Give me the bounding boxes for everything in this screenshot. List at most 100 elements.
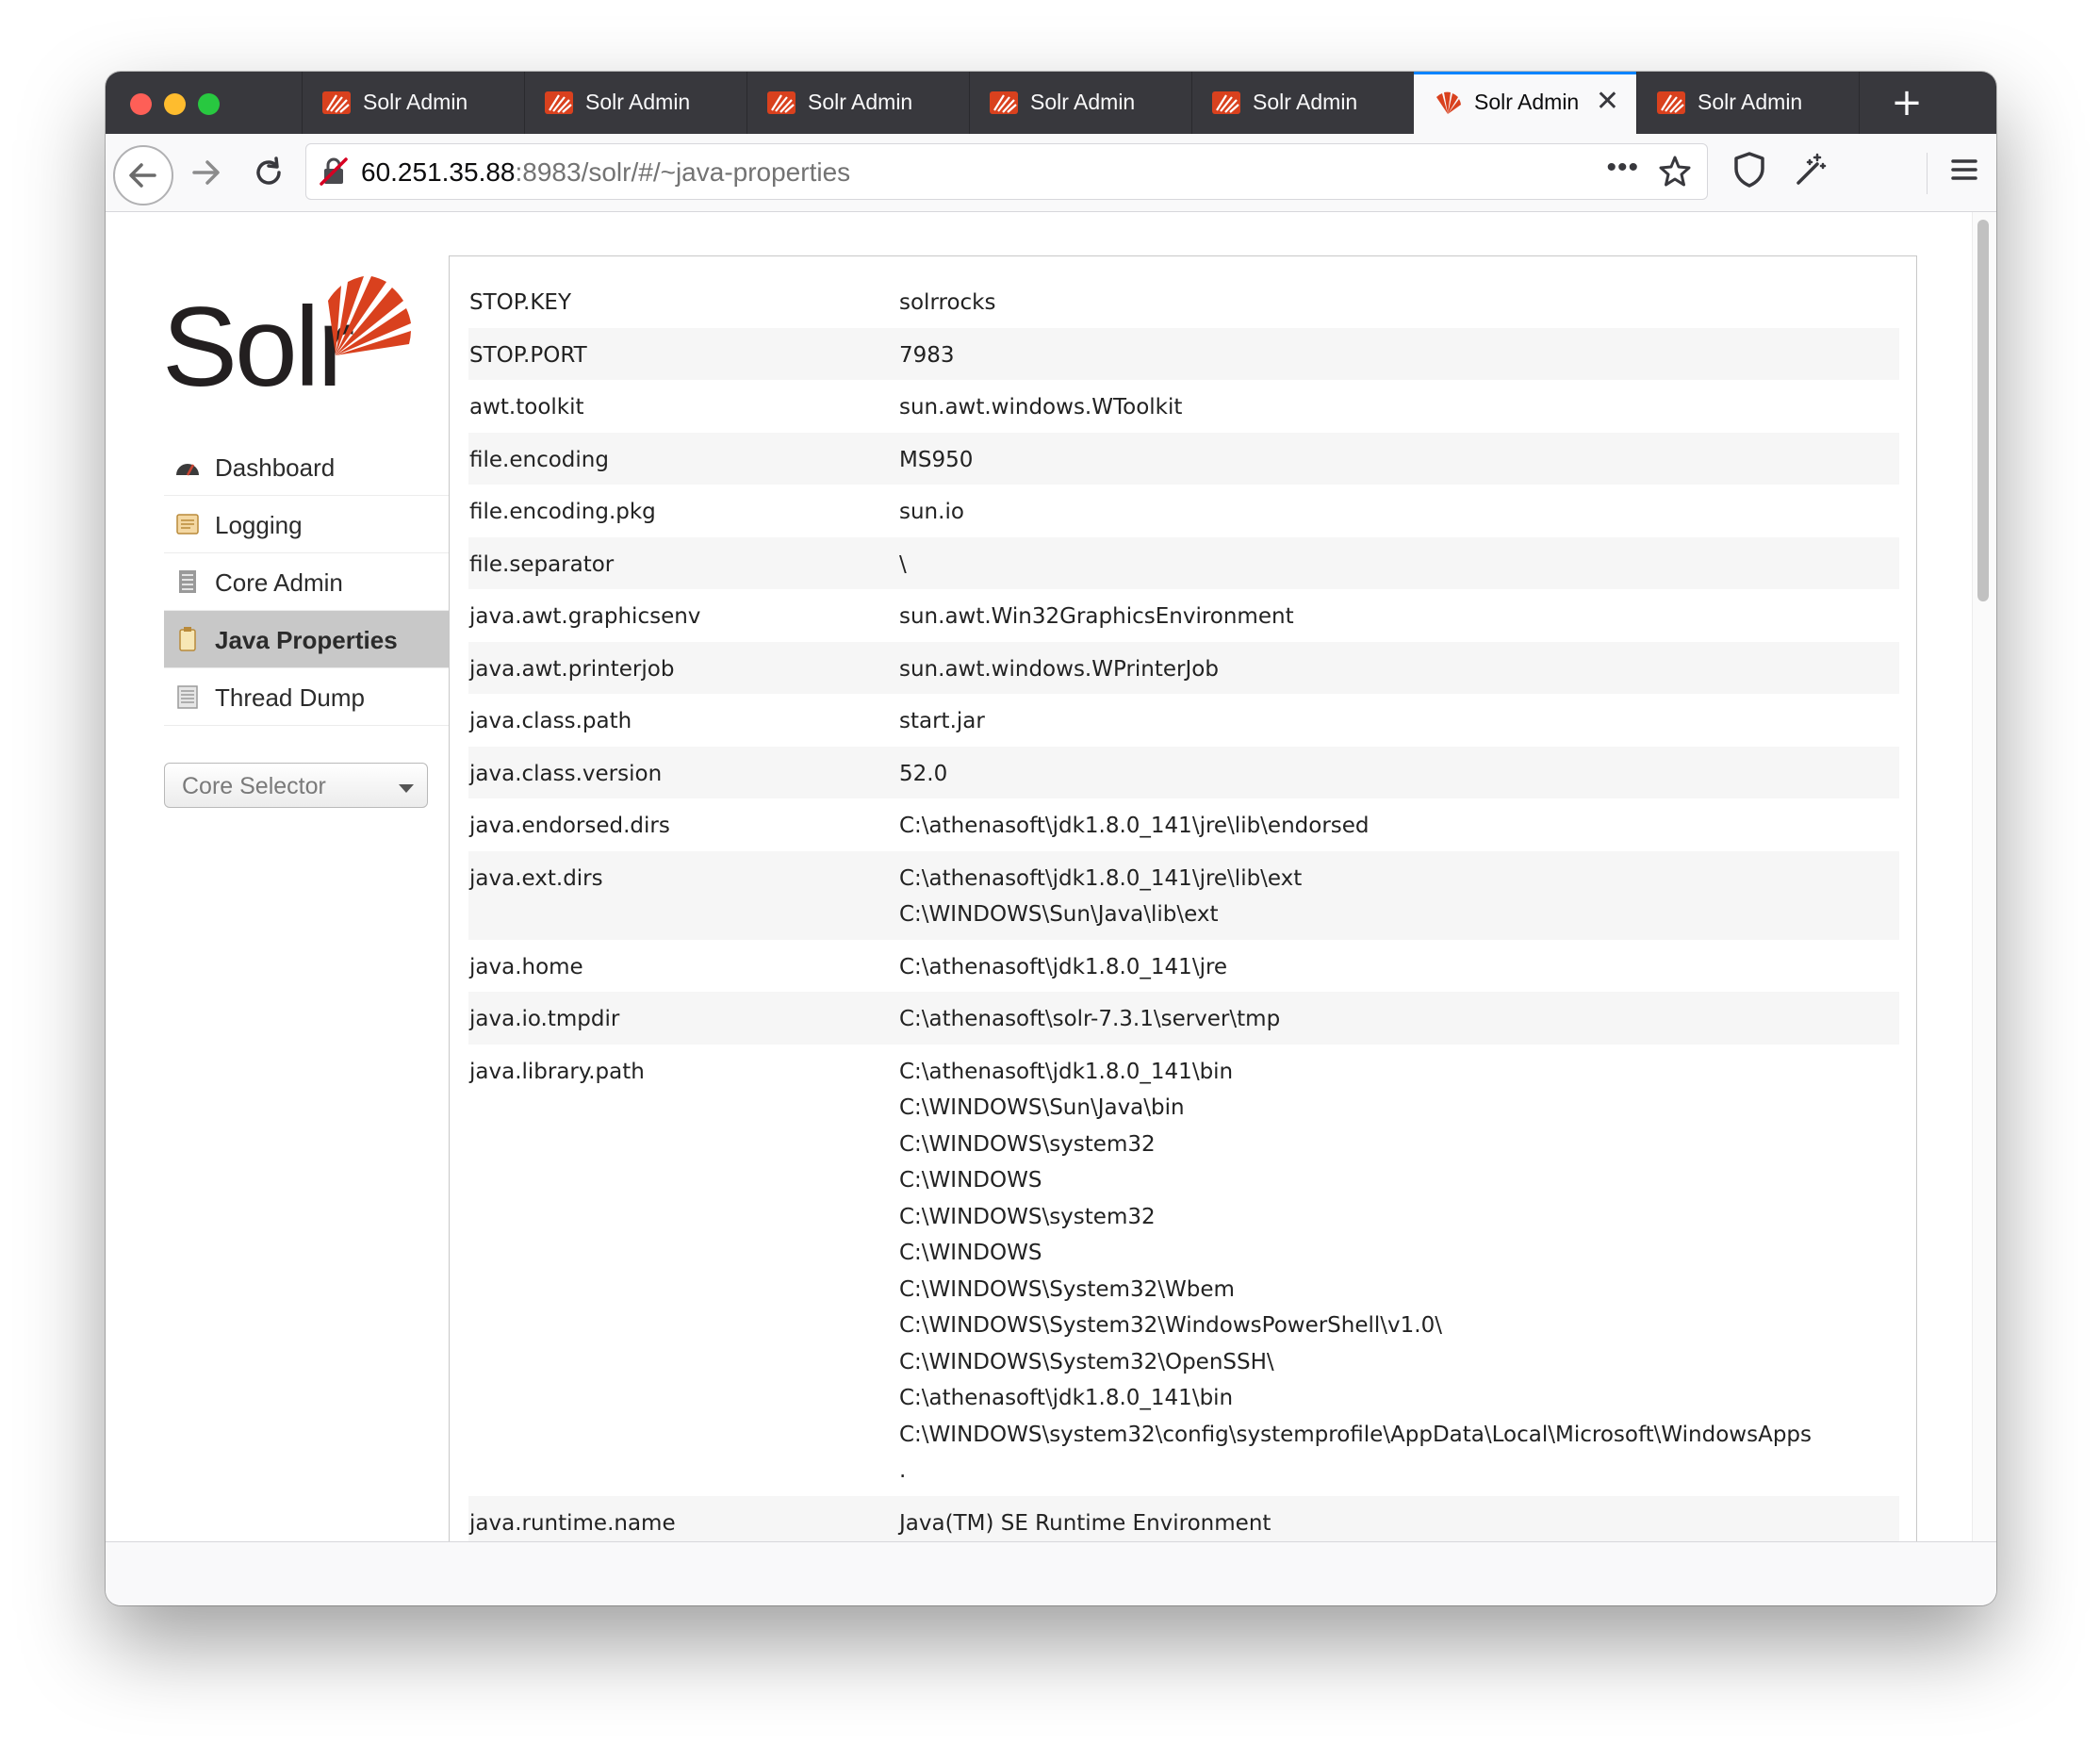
property-value: C:\athenasoft\solr-7.3.1\server\tmp — [899, 1007, 1281, 1031]
arrow-right-icon — [192, 160, 220, 185]
property-row: java.runtime.name Java(TM) SE Runtime Env… — [468, 1495, 1899, 1542]
forward-button[interactable] — [181, 147, 232, 198]
solr-logo[interactable]: Solr — [162, 269, 413, 410]
property-values: sun.awt.Win32GraphicsEnvironment — [899, 599, 1899, 635]
property-value: solrrocks — [899, 290, 996, 315]
close-tab-icon[interactable]: ✕ — [1596, 87, 1619, 117]
property-value: C:\athenasoft\jdk1.8.0_141\jre\lib\endor… — [899, 814, 1370, 838]
property-key: java.awt.printerjob — [469, 656, 675, 682]
core-selector-placeholder: Core Selector — [182, 773, 326, 799]
tab-label: Solr Admin — [363, 90, 468, 114]
property-value: C:\WINDOWS\System32\WindowsPowerShell\v1… — [899, 1313, 1442, 1338]
menu-item-label: Core Admin — [215, 568, 343, 597]
property-values: sun.awt.windows.WToolkit — [899, 389, 1899, 426]
property-row: STOP.PORT 7983 — [468, 327, 1899, 380]
status-bar — [106, 1541, 1996, 1605]
menu-item-dashboard[interactable]: Dashboard — [164, 438, 449, 496]
url-path: :8983/solr/#/~java-properties — [515, 157, 851, 187]
property-value: 52.0 — [899, 761, 948, 786]
solr-favicon-icon — [1212, 91, 1240, 114]
zoom-window-button[interactable] — [198, 93, 220, 115]
browser-tab-active[interactable]: Solr Admin ✕ — [1414, 72, 1636, 134]
tab-strip: Solr Admin Solr Admin Solr Admin Solr Ad… — [106, 72, 1996, 134]
main-menu: Dashboard Logging Core Admin Java Proper… — [164, 438, 449, 726]
minimize-window-button[interactable] — [164, 93, 186, 115]
property-key: java.runtime.name — [469, 1510, 676, 1536]
menu-item-label: Java Properties — [215, 626, 398, 654]
solr-favicon-icon — [1657, 91, 1685, 114]
property-key: java.ext.dirs — [469, 865, 603, 891]
property-key: java.awt.graphicsenv — [469, 604, 701, 629]
property-key: awt.toolkit — [469, 395, 584, 420]
property-row: file.encoding MS950 — [468, 432, 1899, 485]
tab-label: Solr Admin — [1474, 90, 1580, 114]
core-admin-icon — [179, 570, 196, 593]
property-row: java.home C:\athenasoft\jdk1.8.0_141\jre — [468, 940, 1899, 993]
tab-label: Solr Admin — [1030, 90, 1136, 114]
property-value: \ — [899, 551, 907, 577]
scrollbar-thumb[interactable] — [1977, 220, 1989, 601]
java-properties-icon — [179, 627, 196, 651]
tab-label: Solr Admin — [585, 90, 691, 114]
url-host: 60.251.35.88 — [361, 157, 516, 187]
chevron-down-icon — [399, 784, 414, 793]
property-values: sun.io — [899, 494, 1899, 531]
property-row: awt.toolkit sun.awt.windows.WToolkit — [468, 380, 1899, 433]
property-values: C:\athenasoft\jdk1.8.0_141\jre — [899, 949, 1899, 986]
property-row: java.ext.dirs C:\athenasoft\jdk1.8.0_141\… — [468, 850, 1899, 940]
close-window-button[interactable] — [130, 93, 152, 115]
tab-label: Solr Admin — [1253, 90, 1358, 114]
browser-tab[interactable]: Solr Admin — [1191, 72, 1414, 134]
bookmark-star-icon[interactable] — [1658, 154, 1692, 188]
page-content: Solr Dashboard Logging Core Admin Java P… — [106, 212, 1996, 1541]
property-values: Java(TM) SE Runtime Environment — [899, 1505, 1899, 1542]
property-value: sun.awt.Win32GraphicsEnvironment — [899, 604, 1294, 629]
url-text[interactable]: 60.251.35.88:8983/solr/#/~java-propertie… — [361, 157, 850, 188]
hamburger-menu-icon[interactable] — [1944, 149, 1985, 190]
url-bar[interactable]: 60.251.35.88:8983/solr/#/~java-propertie… — [305, 143, 1708, 200]
property-key: java.library.path — [469, 1059, 645, 1084]
reload-button[interactable] — [243, 147, 294, 198]
browser-tab[interactable]: Solr Admin — [302, 72, 524, 134]
shield-icon[interactable] — [1729, 149, 1770, 190]
browser-tab[interactable]: Solr Admin — [969, 72, 1191, 134]
property-value: C:\WINDOWS\System32\Wbem — [899, 1276, 1235, 1302]
property-row: java.class.version 52.0 — [468, 746, 1899, 798]
insecure-lock-icon[interactable] — [318, 156, 350, 188]
solr-favicon-icon — [1436, 91, 1461, 114]
new-tab-button[interactable]: + — [1883, 77, 1930, 128]
property-value: 7983 — [899, 342, 955, 368]
property-values: solrrocks — [899, 285, 1899, 321]
property-row: STOP.KEY solrrocks — [468, 275, 1899, 328]
property-values: MS950 — [899, 442, 1899, 479]
menu-item-thread-dump[interactable]: Thread Dump — [164, 668, 449, 726]
back-button[interactable] — [113, 145, 173, 206]
solr-favicon-icon — [767, 91, 796, 114]
property-row: java.class.path start.jar — [468, 694, 1899, 747]
property-row: java.endorsed.dirs C:\athenasoft\jdk1.8.0… — [468, 798, 1899, 851]
menu-item-logging[interactable]: Logging — [164, 496, 449, 553]
sparkle-wand-icon[interactable] — [1789, 149, 1830, 190]
property-value: start.jar — [899, 709, 985, 733]
property-value: sun.io — [899, 500, 964, 524]
reload-icon — [256, 156, 281, 185]
menu-item-core-admin[interactable]: Core Admin — [164, 553, 449, 611]
tab-label: Solr Admin — [808, 90, 913, 114]
menu-item-java-properties[interactable]: Java Properties — [164, 611, 449, 668]
property-row: java.awt.graphicsenv sun.awt.Win32Graphic… — [468, 589, 1899, 642]
browser-tab[interactable]: Solr Admin — [524, 72, 746, 134]
browser-tab[interactable]: Solr Admin — [1636, 72, 1859, 134]
property-row: file.separator \ — [468, 536, 1899, 589]
property-value: C:\athenasoft\jdk1.8.0_141\bin — [899, 1059, 1234, 1084]
core-selector-dropdown[interactable]: Core Selector — [164, 763, 428, 808]
solr-favicon-icon — [990, 91, 1018, 114]
menu-item-label: Dashboard — [215, 453, 336, 482]
property-values: start.jar — [899, 703, 1899, 740]
dashboard-icon — [176, 464, 199, 476]
page-actions-icon[interactable]: ••• — [1606, 152, 1639, 184]
menu-item-label: Thread Dump — [215, 683, 365, 712]
property-values: 7983 — [899, 337, 1899, 374]
navigation-bar: 60.251.35.88:8983/solr/#/~java-propertie… — [106, 134, 1996, 212]
browser-tab[interactable]: Solr Admin — [746, 72, 969, 134]
property-value: C:\WINDOWS — [899, 1168, 1042, 1193]
